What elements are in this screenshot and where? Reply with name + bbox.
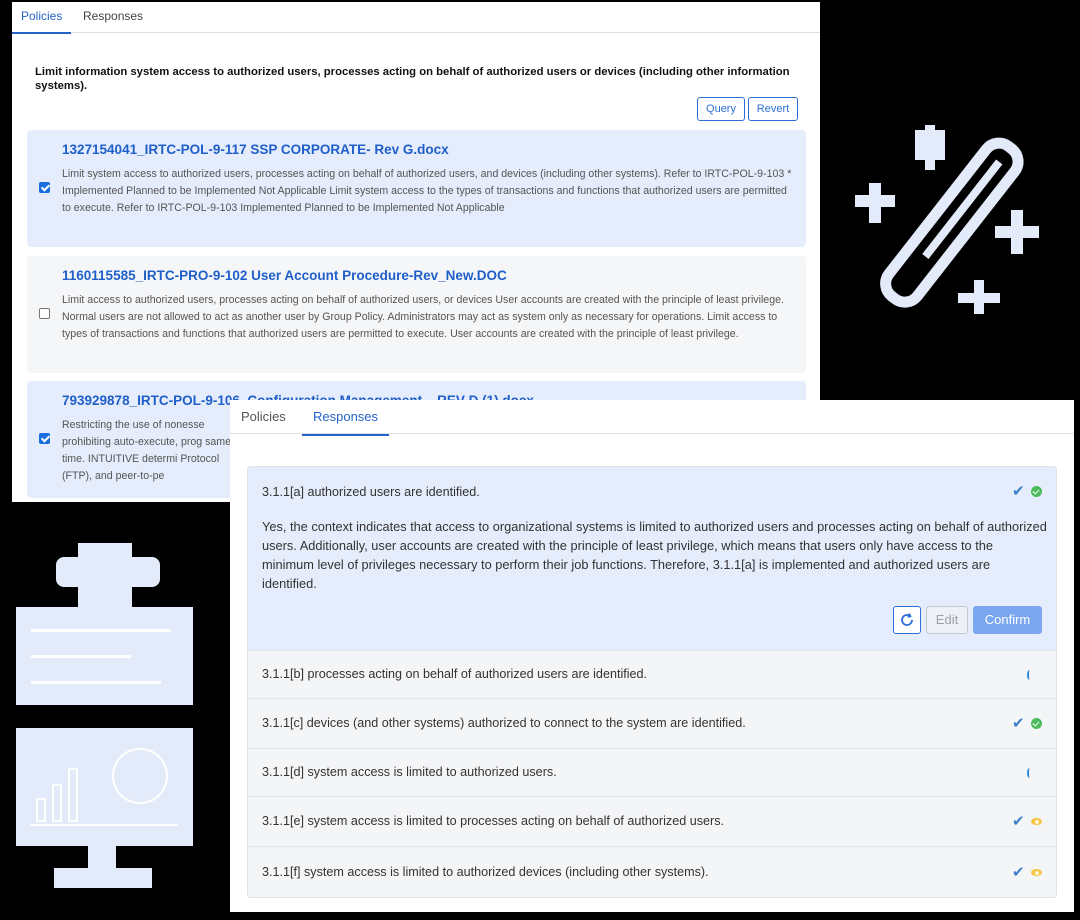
- response-row[interactable]: 3.1.1[c] devices (and other systems) aut…: [248, 698, 1056, 748]
- document-excerpt: Limit access to authorized users, proces…: [62, 294, 784, 340]
- eye-icon: [1031, 818, 1042, 825]
- key-sparkle-icon: [855, 125, 1039, 314]
- tab-policies[interactable]: Policies: [230, 404, 297, 434]
- document-title[interactable]: 1327154041_IRTC-POL-9-117 SSP CORPORATE-…: [62, 142, 449, 157]
- document-title[interactable]: 1160115585_IRTC-PRO-9-102 User Account P…: [62, 268, 507, 283]
- checkmark-icon: ✔: [1012, 813, 1025, 830]
- document-excerpt: Limit system access to authorized users,…: [62, 168, 792, 214]
- response-row[interactable]: 3.1.1[e] system access is limited to pro…: [248, 796, 1056, 846]
- response-label: 3.1.1[e] system access is limited to pro…: [262, 814, 725, 828]
- revert-button[interactable]: Revert: [748, 97, 798, 121]
- robot-card-icon: [16, 543, 193, 705]
- query-button[interactable]: Query: [697, 97, 745, 121]
- requirement-text: Limit information system access to autho…: [35, 66, 790, 92]
- verified-circle-icon: [1031, 718, 1042, 729]
- tab-responses[interactable]: Responses: [302, 404, 390, 436]
- response-label: 3.1.1[b] processes acting on behalf of a…: [262, 667, 648, 681]
- checkmark-icon: ✔: [1012, 483, 1025, 500]
- edit-button[interactable]: Edit: [926, 606, 968, 634]
- spinner-icon: [1027, 670, 1032, 680]
- response-row[interactable]: 3.1.1[f] system access is limited to aut…: [248, 846, 1056, 897]
- response-list: 3.1.1[a] authorized users are identified…: [247, 466, 1057, 898]
- document-card[interactable]: 1327154041_IRTC-POL-9-117 SSP CORPORATE-…: [27, 130, 806, 247]
- response-row[interactable]: 3.1.1[b] processes acting on behalf of a…: [248, 650, 1056, 698]
- refresh-button[interactable]: [893, 606, 921, 634]
- eye-icon: [1031, 869, 1042, 876]
- document-excerpt: Restricting the use of nonesse prohibiti…: [62, 419, 232, 482]
- document-checkbox[interactable]: [39, 308, 50, 319]
- tab-responses[interactable]: Responses: [74, 2, 152, 32]
- analytics-monitor-icon: [16, 728, 193, 888]
- checkmark-icon: ✔: [1012, 864, 1025, 881]
- expanded-response: 3.1.1[a] authorized users are identified…: [248, 467, 1056, 650]
- back-tab-bar: Policies Responses: [12, 2, 820, 34]
- document-checkbox[interactable]: [39, 433, 50, 444]
- document-card[interactable]: 1160115585_IRTC-PRO-9-102 User Account P…: [27, 256, 806, 373]
- responses-panel: Policies Responses 3.1.1[a] authorized u…: [230, 400, 1074, 912]
- tab-policies[interactable]: Policies: [12, 2, 72, 34]
- response-answer: Yes, the context indicates that access t…: [262, 519, 1047, 591]
- checkmark-icon: ✔: [1012, 715, 1025, 732]
- spinner-icon: [1027, 768, 1032, 778]
- verified-circle-icon: [1031, 486, 1042, 497]
- response-row[interactable]: 3.1.1[d] system access is limited to aut…: [248, 748, 1056, 796]
- response-label: 3.1.1[f] system access is limited to aut…: [262, 865, 709, 879]
- document-checkbox[interactable]: [39, 182, 50, 193]
- response-label[interactable]: 3.1.1[a] authorized users are identified…: [262, 485, 480, 499]
- response-label: 3.1.1[c] devices (and other systems) aut…: [262, 716, 746, 730]
- confirm-button[interactable]: Confirm: [973, 606, 1042, 634]
- refresh-icon: [901, 613, 913, 626]
- response-label: 3.1.1[d] system access is limited to aut…: [262, 765, 557, 779]
- tab-divider: [230, 433, 1074, 434]
